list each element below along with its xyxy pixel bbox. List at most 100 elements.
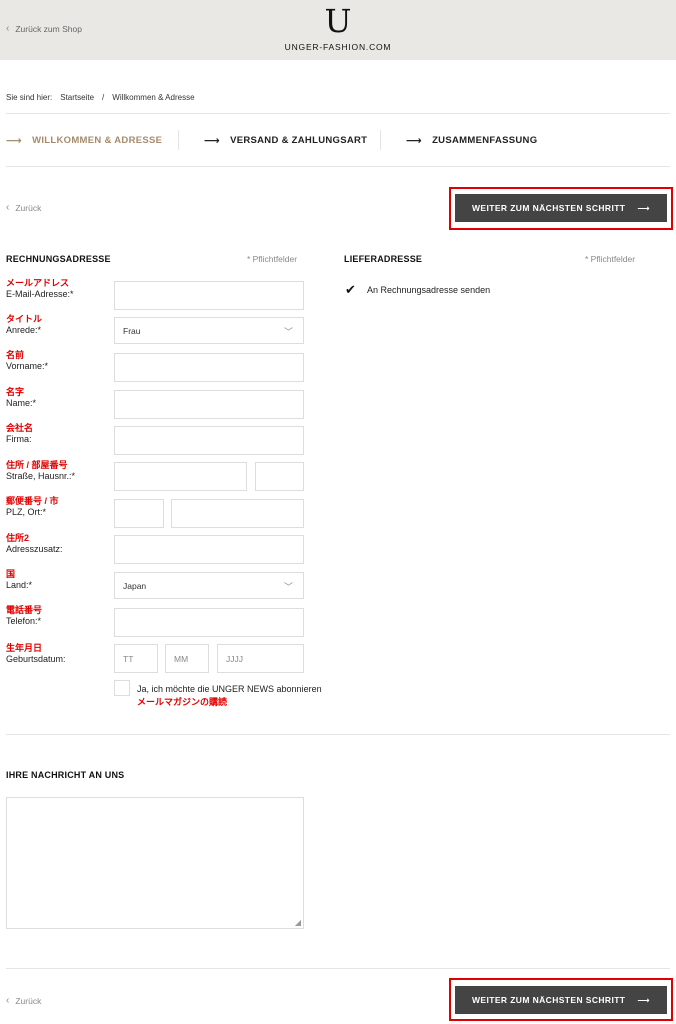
company-label-jp: 会社名 <box>6 423 34 433</box>
back-label: Zurück <box>15 203 42 213</box>
street-field[interactable] <box>114 462 247 491</box>
phone-label-jp: 電話番号 <box>6 605 43 615</box>
arrow-right-icon: ⟶ <box>637 994 650 1005</box>
house-number-field[interactable] <box>255 462 304 491</box>
divider <box>6 968 670 969</box>
divider <box>6 166 670 167</box>
zipcity-label: 郵便番号 / 市 PLZ, Ort:* <box>6 496 59 518</box>
phone-label: 電話番号 Telefon:* <box>6 605 42 627</box>
breadcrumb-prefix: Sie sind hier: <box>6 93 53 102</box>
zipcity-label-de: PLZ, Ort:* <box>6 507 47 517</box>
zip-field[interactable] <box>114 499 164 528</box>
birthdate-label: 生年月日 Geburtsdatum: <box>6 643 66 665</box>
arrow-right-icon: ⟶ <box>6 135 23 147</box>
chevron-left-icon: ‹ <box>6 202 10 213</box>
required-note: * Pflichtfelder <box>585 254 636 264</box>
chevron-down-icon: ﹀ <box>283 582 293 592</box>
chevron-down-icon: ﹀ <box>283 327 293 337</box>
required-note: * Pflichtfelder <box>247 254 298 264</box>
breadcrumb: Sie sind hier: Startseite / Willkommen &… <box>6 93 195 102</box>
arrow-right-icon: ⟶ <box>406 135 423 147</box>
arrow-right-icon: ⟶ <box>204 135 221 147</box>
addition-label: 住所2 Adresszusatz: <box>6 533 63 555</box>
street-label-jp: 住所 / 部屋番号 <box>6 460 68 470</box>
firstname-label: 名前 Vorname:* <box>6 350 48 372</box>
next-step-label: WEITER ZUM NÄCHSTEN SCHRITT <box>472 203 626 213</box>
chevron-left-icon: ‹ <box>6 995 10 1006</box>
step-label: VERSAND & ZAHLUNGSART <box>230 135 368 146</box>
delivery-title: LIEFERADRESSE <box>344 254 423 264</box>
birthdate-label-jp: 生年月日 <box>6 643 43 653</box>
street-label: 住所 / 部屋番号 Straße, Hausnr.:* <box>6 460 75 482</box>
country-label-de: Land:* <box>6 580 33 590</box>
message-textarea[interactable]: ◢ <box>6 797 304 929</box>
street-label-de: Straße, Hausnr.:* <box>6 471 76 481</box>
country-label: 国 Land:* <box>6 569 32 591</box>
lastname-label: 名字 Name:* <box>6 387 36 409</box>
next-step-button-top[interactable]: WEITER ZUM NÄCHSTEN SCHRITT ⟶ <box>455 194 667 222</box>
birth-day-field[interactable]: TT <box>114 644 158 673</box>
birth-year-field[interactable]: JJJJ <box>217 644 304 673</box>
birth-year-placeholder: JJJJ <box>226 653 243 664</box>
logo-text[interactable]: UNGER-FASHION.COM <box>0 42 676 52</box>
same-as-billing-checkbox[interactable]: ✔ <box>345 283 356 296</box>
company-label-de: Firma: <box>6 434 32 444</box>
country-value: Japan <box>123 580 147 591</box>
step-divider <box>178 130 179 150</box>
birthdate-label-de: Geburtsdatum: <box>6 654 66 664</box>
resize-handle-icon[interactable]: ◢ <box>295 918 301 927</box>
same-as-billing-label[interactable]: An Rechnungsadresse senden <box>367 285 490 295</box>
divider <box>6 113 670 114</box>
salutation-select[interactable]: Frau ﹀ <box>114 317 304 344</box>
logo-letter[interactable]: U <box>0 3 676 39</box>
company-label: 会社名 Firma: <box>6 423 33 445</box>
email-field[interactable] <box>114 281 304 310</box>
breadcrumb-separator: / <box>102 93 105 102</box>
step-welcome-address[interactable]: ⟶ WILLKOMMEN & ADRESSE <box>6 134 162 147</box>
addition-label-de: Adresszusatz: <box>6 544 63 554</box>
salutation-label-jp: タイトル <box>6 314 43 324</box>
company-field[interactable] <box>114 426 304 455</box>
step-summary[interactable]: ⟶ ZUSAMMENFASSUNG <box>406 134 537 147</box>
birth-month-placeholder: MM <box>174 653 189 664</box>
firstname-label-de: Vorname:* <box>6 361 49 371</box>
message-title: IHRE NACHRICHT AN UNS <box>6 770 125 780</box>
birth-day-placeholder: TT <box>123 653 134 664</box>
email-label-jp: メールアドレス <box>6 278 70 288</box>
back-link-top[interactable]: ‹ Zurück <box>6 202 42 214</box>
step-divider <box>380 130 381 150</box>
arrow-right-icon: ⟶ <box>637 202 650 213</box>
salutation-label-de: Anrede:* <box>6 325 42 335</box>
email-label: メールアドレス E-Mail-Adresse:* <box>6 278 74 300</box>
email-label-de: E-Mail-Adresse:* <box>6 289 74 299</box>
addition-label-jp: 住所2 <box>6 533 30 543</box>
zipcity-label-jp: 郵便番号 / 市 <box>6 496 59 506</box>
step-label: WILLKOMMEN & ADRESSE <box>32 135 163 146</box>
newsletter-checkbox[interactable] <box>114 680 130 696</box>
birth-month-field[interactable]: MM <box>165 644 209 673</box>
billing-title: RECHNUNGSADRESSE <box>6 254 111 264</box>
divider <box>6 734 670 735</box>
country-label-jp: 国 <box>6 569 16 579</box>
lastname-label-jp: 名字 <box>6 387 25 397</box>
newsletter-label[interactable]: Ja, ich möchte die UNGER NEWS abonnieren <box>137 684 322 694</box>
step-shipping-payment[interactable]: ⟶ VERSAND & ZAHLUNGSART <box>204 134 367 147</box>
firstname-field[interactable] <box>114 353 304 382</box>
firstname-label-jp: 名前 <box>6 350 25 360</box>
lastname-field[interactable] <box>114 390 304 419</box>
phone-field[interactable] <box>114 608 304 637</box>
next-step-button-bottom[interactable]: WEITER ZUM NÄCHSTEN SCHRITT ⟶ <box>455 986 667 1014</box>
salutation-label: タイトル Anrede:* <box>6 314 42 336</box>
breadcrumb-home[interactable]: Startseite <box>60 93 94 102</box>
salutation-value: Frau <box>123 325 141 336</box>
back-link-bottom[interactable]: ‹ Zurück <box>6 995 42 1007</box>
next-step-label: WEITER ZUM NÄCHSTEN SCHRITT <box>472 995 626 1005</box>
back-label: Zurück <box>15 996 42 1006</box>
city-field[interactable] <box>171 499 304 528</box>
country-select[interactable]: Japan ﹀ <box>114 572 304 599</box>
phone-label-de: Telefon:* <box>6 616 42 626</box>
newsletter-label-jp: メールマガジンの購読 <box>137 697 228 707</box>
breadcrumb-current: Willkommen & Adresse <box>112 93 195 102</box>
step-label: ZUSAMMENFASSUNG <box>432 135 538 146</box>
addition-field[interactable] <box>114 535 304 564</box>
